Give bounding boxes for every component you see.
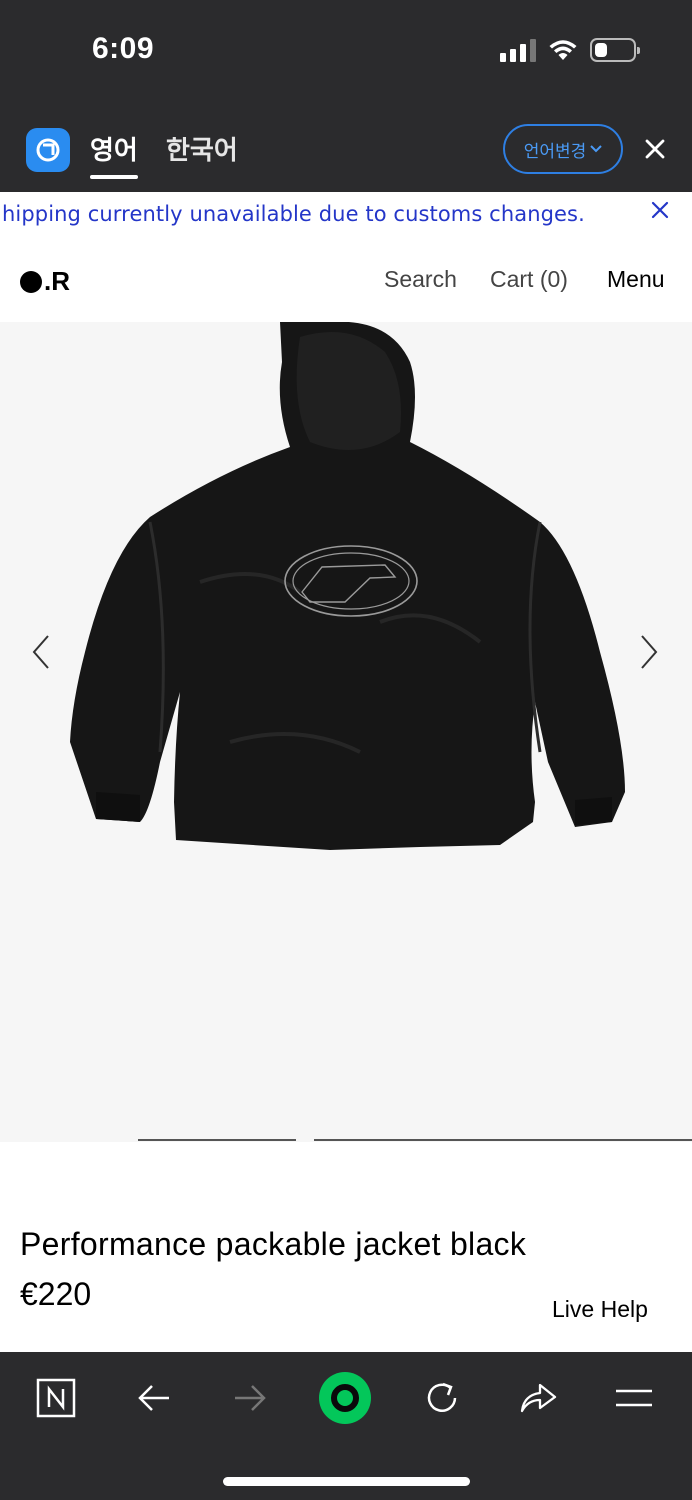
back-arrow-icon[interactable] [124, 1374, 184, 1422]
shipping-banner: hipping currently unavailable due to cus… [0, 192, 692, 238]
translate-bar: 영어 한국어 언어변경 [0, 104, 692, 192]
reload-icon[interactable] [412, 1374, 472, 1422]
shipping-banner-text: hipping currently unavailable due to cus… [2, 202, 585, 226]
chevron-down-icon [590, 145, 602, 153]
status-bar: 6:09 [0, 0, 692, 104]
papago-logo-icon [26, 128, 70, 172]
status-icons [500, 38, 640, 62]
forward-arrow-icon[interactable] [220, 1374, 280, 1422]
battery-icon [590, 38, 640, 62]
nav-menu-link[interactable]: Menu [607, 266, 665, 293]
product-image [70, 322, 625, 850]
nav-cart-link[interactable]: Cart (0) [490, 266, 568, 293]
wifi-icon [549, 40, 577, 60]
nav-search-link[interactable]: Search [384, 266, 457, 293]
menu-lines-icon[interactable] [604, 1374, 664, 1422]
cellular-signal-icon [500, 38, 536, 62]
logo-text: .R [44, 266, 70, 296]
tab-english[interactable]: 영어 [90, 130, 138, 179]
change-language-button[interactable]: 언어변경 [503, 124, 623, 174]
gallery-indicator-1[interactable] [138, 1139, 296, 1141]
gallery-next-arrow-icon[interactable] [636, 632, 662, 672]
logo-dot-icon [20, 270, 42, 293]
tab-korean[interactable]: 한국어 [166, 130, 238, 167]
site-header: .R Search Cart (0) Menu [0, 240, 692, 320]
naver-n-icon[interactable] [26, 1374, 86, 1422]
site-logo[interactable]: .R [20, 266, 70, 297]
close-banner-icon[interactable] [650, 200, 670, 220]
product-title: Performance packable jacket black [20, 1226, 527, 1262]
product-gallery [0, 322, 692, 1142]
share-icon[interactable] [508, 1374, 568, 1422]
status-time: 6:09 [92, 32, 155, 65]
live-help-button[interactable]: Live Help [552, 1296, 648, 1323]
close-translate-icon[interactable] [644, 138, 666, 160]
change-language-label: 언어변경 [523, 141, 587, 162]
product-price: €220 [20, 1276, 92, 1312]
gallery-prev-arrow-icon[interactable] [28, 632, 54, 672]
naver-green-dot-icon[interactable] [315, 1370, 375, 1426]
home-indicator[interactable] [223, 1477, 470, 1486]
gallery-indicator-2[interactable] [314, 1139, 692, 1141]
